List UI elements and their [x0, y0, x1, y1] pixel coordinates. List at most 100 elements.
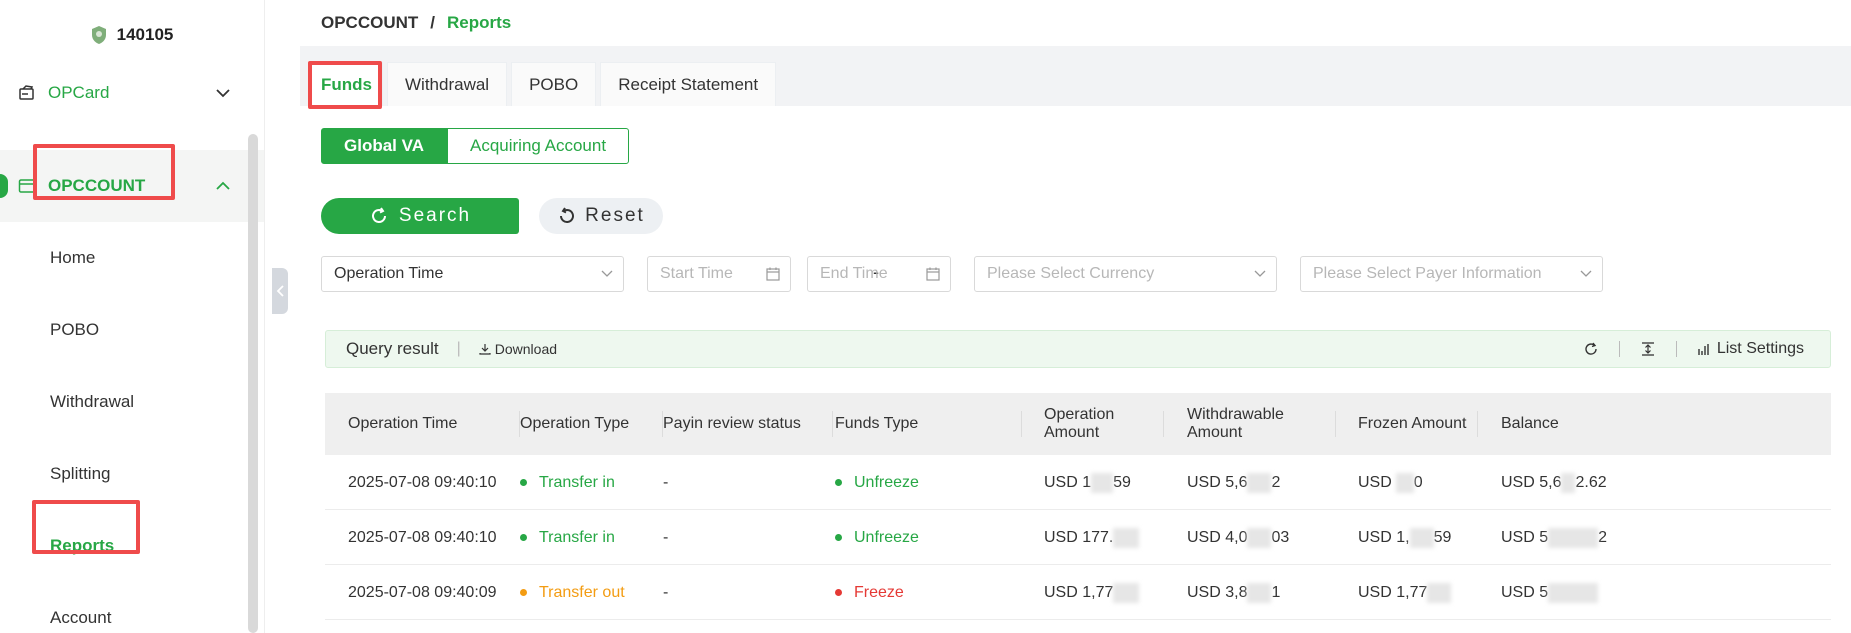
sidebar-item-label: Home: [50, 248, 96, 267]
cell-operation-amount: USD 1 59: [1044, 455, 1131, 510]
wallet-icon: [18, 179, 36, 193]
search-button-label: Search: [398, 205, 472, 226]
column-header: Operation Type: [520, 415, 630, 432]
sidebar-item-label: POBO: [50, 320, 100, 339]
cell-operation-type: Transfer out: [520, 565, 625, 620]
time-type-select[interactable]: Operation Time: [321, 256, 624, 292]
density-icon[interactable]: [1640, 341, 1656, 357]
table-row[interactable]: 2025-07-08 09:40:10 Transfer in - Unfree…: [325, 510, 1831, 565]
funds-type-text: Unfreeze: [854, 473, 919, 491]
sidebar-item-pobo[interactable]: POBO: [0, 294, 264, 366]
operation-type-text: Transfer in: [539, 473, 615, 491]
cell-frozen-amount: USD 0: [1358, 455, 1423, 510]
amount-text: USD 4,0: [1187, 528, 1248, 546]
cell-operation-type: Transfer in: [520, 455, 615, 510]
amount-text: 2: [1271, 473, 1281, 491]
status-dot: [835, 479, 842, 486]
user-badge: 140105: [0, 0, 264, 70]
refresh-icon[interactable]: [1583, 341, 1599, 357]
main-content: OPCCOUNT / Reports Funds Withdrawal POBO…: [300, 0, 1851, 633]
download-label: Download: [494, 341, 558, 357]
sidebar-item-splitting[interactable]: Splitting: [0, 438, 264, 510]
end-time-input[interactable]: End Time: [807, 256, 951, 292]
amount-text: USD: [1358, 473, 1392, 491]
shield-icon: [91, 26, 106, 44]
tab-pobo[interactable]: POBO: [511, 62, 597, 106]
cell-balance: USD 5,6 2.62: [1501, 455, 1607, 510]
column-header: Operation Time: [348, 415, 458, 432]
redacted-mask: [1247, 527, 1272, 548]
sidebar-item-account[interactable]: Account: [0, 582, 264, 633]
sidebar-item-opcard[interactable]: OPCard: [0, 70, 264, 116]
sidebar-collapse-handle[interactable]: [272, 268, 288, 314]
th-withdrawable-amount: Withdrawable Amount: [1187, 393, 1336, 455]
cell-balance: USD 5: [1501, 565, 1599, 620]
card-icon: [19, 85, 34, 100]
payer-select[interactable]: Please Select Payer Information: [1300, 256, 1603, 292]
column-divider: [1335, 411, 1336, 437]
sidebar: 140105 OPCard OPCCOUNT Home POBO Withdra…: [0, 0, 265, 633]
tab-receipt-statement[interactable]: Receipt Statement: [600, 62, 777, 106]
th-operation-type: Operation Type: [520, 393, 663, 455]
download-button[interactable]: Download: [479, 341, 557, 357]
amount-text: USD 5: [1501, 528, 1549, 546]
currency-placeholder: Please Select Currency: [987, 265, 1155, 282]
bar-chart-icon: [1698, 344, 1709, 355]
list-settings-button[interactable]: List Settings: [1697, 340, 1804, 358]
breadcrumb-separator: /: [430, 13, 436, 32]
redacted-mask: [1427, 582, 1452, 603]
active-indicator: [0, 174, 8, 198]
breadcrumb-root[interactable]: OPCCOUNT: [321, 13, 418, 33]
cell-operation-amount: USD 1,77: [1044, 565, 1140, 620]
table-row[interactable]: 2025-07-08 09:40:10 Transfer in - Unfree…: [325, 455, 1831, 510]
th-balance: Balance: [1501, 393, 1601, 455]
cell-balance: USD 5 2: [1501, 510, 1607, 565]
th-operation-amount: Operation Amount: [1044, 393, 1164, 455]
column-header: Payin review status: [663, 415, 801, 432]
redacted-mask: [1113, 582, 1140, 603]
chevron-down-icon: [601, 270, 613, 277]
global-va-button[interactable]: Global VA: [321, 128, 447, 164]
sidebar-item-opccount[interactable]: OPCCOUNT: [0, 150, 264, 222]
column-header: Balance: [1501, 415, 1559, 432]
amount-text: USD 5: [1501, 583, 1549, 601]
table-row[interactable]: 2025-07-08 09:40:09 Transfer out - Freez…: [325, 565, 1831, 620]
sidebar-item-withdrawal[interactable]: Withdrawal: [0, 366, 264, 438]
column-divider: [1163, 411, 1164, 437]
column-header: Withdrawable Amount: [1187, 406, 1284, 441]
sidebar-scrollbar[interactable]: [248, 134, 258, 633]
reset-button[interactable]: Reset: [539, 198, 663, 234]
chevron-down-icon: [216, 89, 230, 98]
user-id: 140105: [116, 25, 174, 44]
chevron-left-icon: [276, 285, 284, 297]
redacted-mask: [1548, 582, 1599, 603]
th-operation-time: Operation Time: [348, 393, 520, 455]
column-header: Frozen Amount: [1358, 415, 1467, 432]
column-divider: [1021, 411, 1022, 437]
query-result-bar: Query result | Download List Settings: [325, 330, 1831, 368]
column-header: Operation Amount: [1044, 406, 1115, 441]
search-button[interactable]: Search: [321, 198, 519, 234]
acquiring-account-button[interactable]: Acquiring Account: [446, 128, 630, 164]
chevron-down-icon: [1580, 270, 1592, 277]
breadcrumb-current: Reports: [447, 13, 512, 32]
sidebar-item-home[interactable]: Home: [0, 222, 264, 294]
column-divider: [832, 411, 833, 437]
start-time-input[interactable]: Start Time: [647, 256, 791, 292]
tab-withdrawal[interactable]: Withdrawal: [387, 62, 508, 106]
cell-frozen-amount: USD 1,77: [1358, 565, 1452, 620]
reset-button-label: Reset: [585, 205, 645, 226]
start-time-placeholder: Start Time: [660, 265, 733, 282]
sidebar-item-reports[interactable]: Reports: [0, 510, 264, 582]
calendar-icon: [766, 267, 780, 281]
chevron-up-icon: [216, 181, 230, 190]
sidebar-item-label: Account: [50, 608, 112, 627]
currency-select[interactable]: Please Select Currency: [974, 256, 1277, 292]
tab-funds[interactable]: Funds: [310, 62, 383, 106]
amount-text: USD 5,6: [1187, 473, 1248, 491]
search-refresh-icon: [371, 207, 386, 223]
cell-operation-time: 2025-07-08 09:40:10: [348, 528, 497, 546]
cell-operation-type: Transfer in: [520, 510, 615, 565]
amount-text: 59: [1433, 528, 1452, 546]
cell-frozen-amount: USD 1, 59: [1358, 510, 1451, 565]
